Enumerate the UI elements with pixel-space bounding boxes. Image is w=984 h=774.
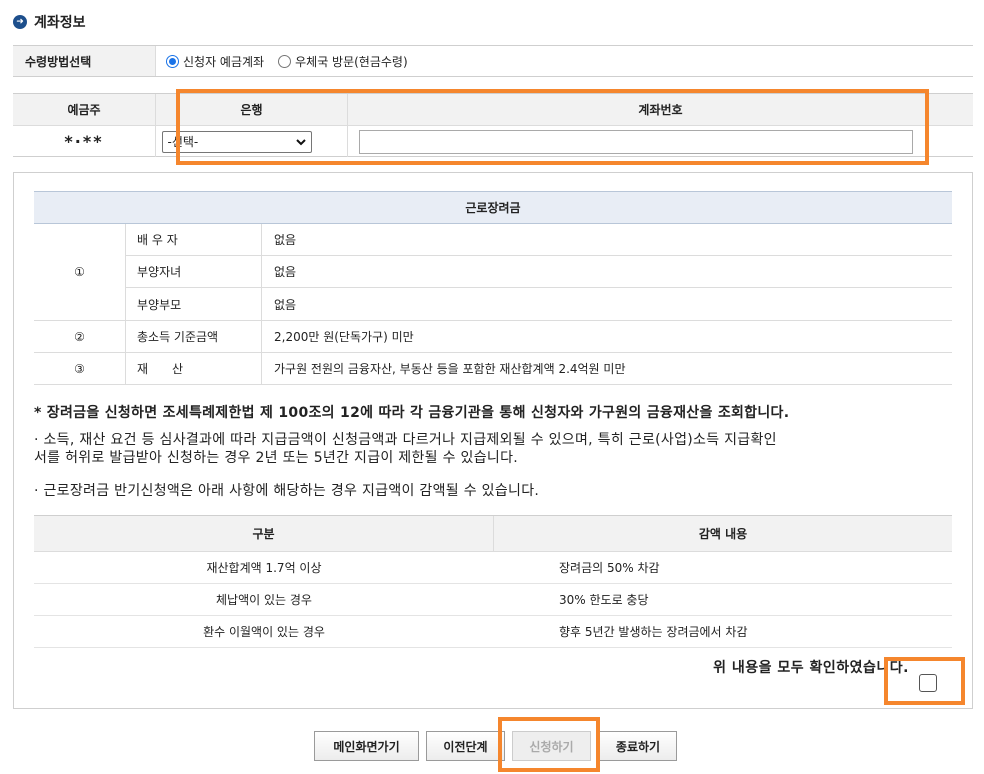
close-button[interactable]: 종료하기 xyxy=(599,731,677,761)
radio-post-office-label: 우체국 방문(현금수령) xyxy=(295,54,408,69)
radio-bank-account[interactable] xyxy=(166,54,179,68)
reduction-table: 구분 감액 내용 재산합계액 1.7억 이상 장려금의 50% 차감 체납액이 … xyxy=(34,515,952,648)
grant-label: 총소득 기준금액 xyxy=(126,321,262,352)
highlight-bank-account xyxy=(176,89,929,165)
notice-screening-line2: 서를 허위로 발급받아 신청하는 경우 2년 또는 5년간 지급이 제한될 수 … xyxy=(34,450,518,466)
grant-value: 가구원 전원의 금융자산, 부동산 등을 포함한 재산합계액 2.4억원 미만 xyxy=(274,362,626,376)
grant-label: 재 산 xyxy=(126,353,262,384)
radio-post-office[interactable] xyxy=(278,54,292,68)
table-row: 환수 이월액이 있는 경우 향후 5년간 발생하는 장려금에서 차감 xyxy=(34,616,952,648)
confirm-text: 위 내용을 모두 확인하였습니다. xyxy=(713,660,909,676)
table-row: ② 총소득 기준금액 2,200만 원(단독가구) 미만 xyxy=(34,321,952,353)
grant-value: 2,200만 원(단독가구) 미만 xyxy=(274,330,414,344)
reduction-detail: 30% 한도로 충당 xyxy=(559,593,649,607)
notice-financial-inquiry: * 장려금을 신청하면 조세특례제한법 제 100조의 12에 따라 각 금융기… xyxy=(34,405,790,421)
grant-label: 배 우 자 xyxy=(126,224,262,255)
grant-value: 없음 xyxy=(274,265,297,279)
table-row: 체납액이 있는 경우 30% 한도로 충당 xyxy=(34,584,952,616)
col-holder: 예금주 xyxy=(13,94,156,125)
reduction-category: 환수 이월액이 있는 경우 xyxy=(203,625,325,639)
reduction-detail: 장려금의 50% 차감 xyxy=(559,561,660,575)
holder-name-masked: *·** xyxy=(64,132,104,151)
col-reduction: 감액 내용 xyxy=(698,527,748,541)
grant-value: 없음 xyxy=(274,297,297,312)
receive-method-label: 수령방법선택 xyxy=(13,46,156,76)
receive-method-options: 신청자 예금계좌 우체국 방문(현금수령) xyxy=(156,46,973,76)
button-bar: 메인화면가기 이전단계 신청하기 종료하기 xyxy=(0,731,984,761)
grant-group-1: ① 배 우 자 없음 부양자녀 없음 부양부모 없음 xyxy=(34,224,952,321)
radio-bank-account-label: 신청자 예금계좌 xyxy=(183,54,265,69)
reduction-category: 체납액이 있는 경우 xyxy=(216,593,312,607)
table-row: 배 우 자 없음 xyxy=(126,224,952,256)
grant-num-1: ① xyxy=(34,224,126,320)
section-title: ➜ 계좌정보 xyxy=(13,12,86,32)
table-row: 재산합계액 1.7억 이상 장려금의 50% 차감 xyxy=(34,552,952,584)
grant-table-title: 근로장려금 xyxy=(34,192,952,224)
highlight-apply-button xyxy=(498,717,600,772)
grant-num-3: ③ xyxy=(34,353,126,384)
reduction-table-header: 구분 감액 내용 xyxy=(34,516,952,552)
radio-option-bank-account[interactable]: 신청자 예금계좌 xyxy=(166,53,264,70)
section-title-text: 계좌정보 xyxy=(34,15,86,31)
table-row: ③ 재 산 가구원 전원의 금융자산, 부동산 등을 포함한 재산합계액 2.4… xyxy=(34,353,952,385)
reduction-detail: 향후 5년간 발생하는 장려금에서 차감 xyxy=(559,625,748,639)
notice-screening-line1: · 소득, 재산 요건 등 심사결과에 따라 지급금액이 신청금액과 다르거나 … xyxy=(34,432,777,448)
radio-option-post-office[interactable]: 우체국 방문(현금수령) xyxy=(278,53,408,70)
arrow-circle-icon: ➜ xyxy=(13,15,27,29)
info-box: 근로장려금 ① 배 우 자 없음 부양자녀 없음 부양부모 없음 ② 총소득 기… xyxy=(13,172,973,709)
grant-table: 근로장려금 ① 배 우 자 없음 부양자녀 없음 부양부모 없음 ② 총소득 기… xyxy=(34,191,952,385)
table-row: 부양부모 없음 xyxy=(126,288,952,320)
grant-num-2: ② xyxy=(34,321,126,352)
notice-reduction: · 근로장려금 반기신청액은 아래 사항에 해당하는 경우 지급액이 감액될 수… xyxy=(34,483,540,499)
prev-step-button[interactable]: 이전단계 xyxy=(426,731,505,761)
grant-label: 부양부모 xyxy=(126,288,262,320)
main-page-button[interactable]: 메인화면가기 xyxy=(314,731,419,761)
highlight-confirm-checkbox xyxy=(884,657,965,705)
reduction-category: 재산합계액 1.7억 이상 xyxy=(206,561,322,575)
grant-label: 부양자녀 xyxy=(126,256,262,287)
grant-value: 없음 xyxy=(274,233,297,247)
receive-method-row: 수령방법선택 신청자 예금계좌 우체국 방문(현금수령) xyxy=(13,45,973,77)
table-row: 부양자녀 없음 xyxy=(126,256,952,288)
col-category: 구분 xyxy=(34,516,494,551)
